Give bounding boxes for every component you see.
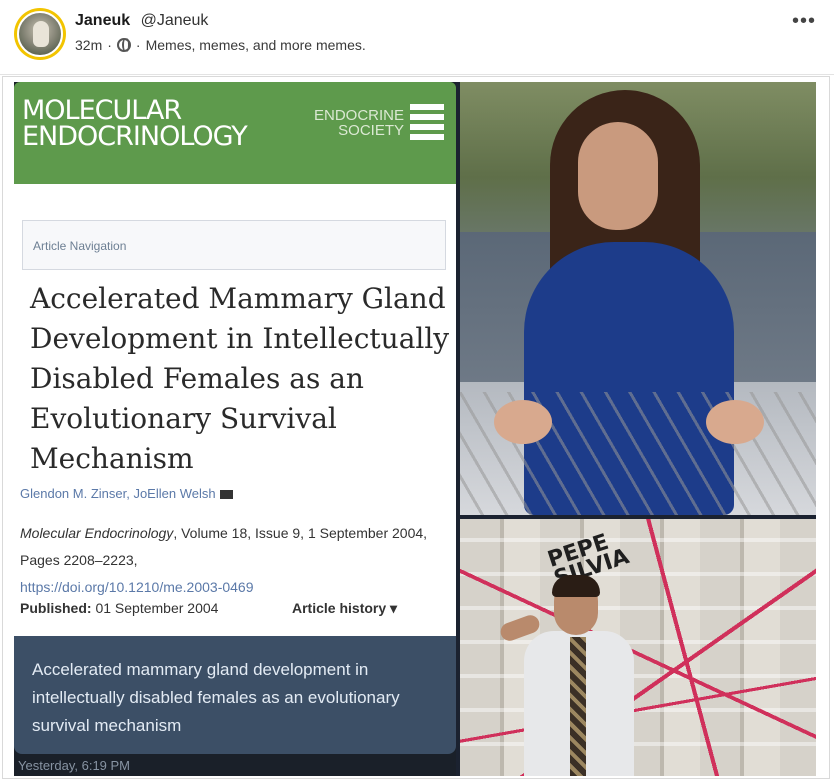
link-preview: Accelerated mammary gland development in… — [14, 636, 456, 754]
meta-separator: · — [135, 37, 141, 53]
more-options-button[interactable]: ••• — [792, 10, 816, 33]
author-name[interactable]: Janeuk — [75, 12, 130, 29]
citation-journal: Molecular Endocrinology — [20, 525, 174, 541]
published-line: Published: 01 September 2004 Article his… — [20, 600, 450, 616]
author-line: Janeuk @Janeuk — [75, 12, 208, 30]
post-time[interactable]: 32m — [75, 37, 102, 53]
man-figure — [498, 575, 650, 776]
article-authors: Glendon M. Zinser, JoEllen Welsh — [20, 486, 233, 501]
article-navigation: Article Navigation — [22, 220, 446, 270]
user-avatar[interactable] — [14, 8, 66, 60]
avatar-image — [17, 11, 63, 57]
header-divider — [0, 74, 834, 75]
published-date: 01 September 2004 — [95, 600, 219, 616]
man-tie — [570, 637, 586, 776]
photo-right-hand — [706, 400, 764, 444]
meta-separator: · — [107, 37, 112, 53]
society-logo-icon — [410, 104, 444, 146]
man-hair — [552, 575, 600, 597]
citation-doi: https://doi.org/10.1210/me.2003-0469 — [20, 579, 254, 595]
message-timestamp: Yesterday, 6:19 PM — [18, 758, 131, 773]
photo-left-hand — [494, 400, 552, 444]
woman-photo — [460, 82, 816, 515]
author-handle[interactable]: @Janeuk — [141, 12, 209, 29]
article-screenshot: MOLECULAR ENDOCRINOLOGY ENDOCRINE SOCIET… — [14, 82, 456, 776]
photo-face — [578, 122, 658, 230]
journal-title: MOLECULAR ENDOCRINOLOGY — [22, 95, 248, 152]
post-header: Janeuk @Janeuk 32m · · Memes, memes, and… — [0, 0, 834, 72]
conspiracy-board-photo: PEPE SILVIA — [460, 519, 816, 776]
mail-icon — [219, 490, 233, 500]
article-page: Article Navigation Accelerated Mammary G… — [14, 184, 456, 636]
group-name[interactable]: Memes, memes, and more memes. — [146, 37, 366, 53]
globe-icon — [116, 38, 131, 52]
article-navigation-label: Article Navigation — [33, 239, 127, 253]
meme-post: Janeuk @Janeuk 32m · · Memes, memes, and… — [0, 0, 834, 782]
author-names: Glendon M. Zinser, JoEllen Welsh — [20, 486, 216, 501]
society-name: ENDOCRINE SOCIETY — [313, 107, 404, 139]
article-history: Article history ▾ — [292, 600, 398, 616]
post-meta: 32m · · Memes, memes, and more memes. — [75, 37, 366, 53]
published-label: Published: — [20, 600, 92, 616]
article-title: Accelerated Mammary Gland Development in… — [30, 282, 450, 475]
journal-banner: MOLECULAR ENDOCRINOLOGY ENDOCRINE SOCIET… — [14, 82, 456, 184]
link-preview-text: Accelerated mammary gland development in… — [32, 660, 400, 735]
article-citation: Molecular Endocrinology, Volume 18, Issu… — [20, 520, 450, 601]
meme-image[interactable]: MOLECULAR ENDOCRINOLOGY ENDOCRINE SOCIET… — [14, 82, 816, 776]
